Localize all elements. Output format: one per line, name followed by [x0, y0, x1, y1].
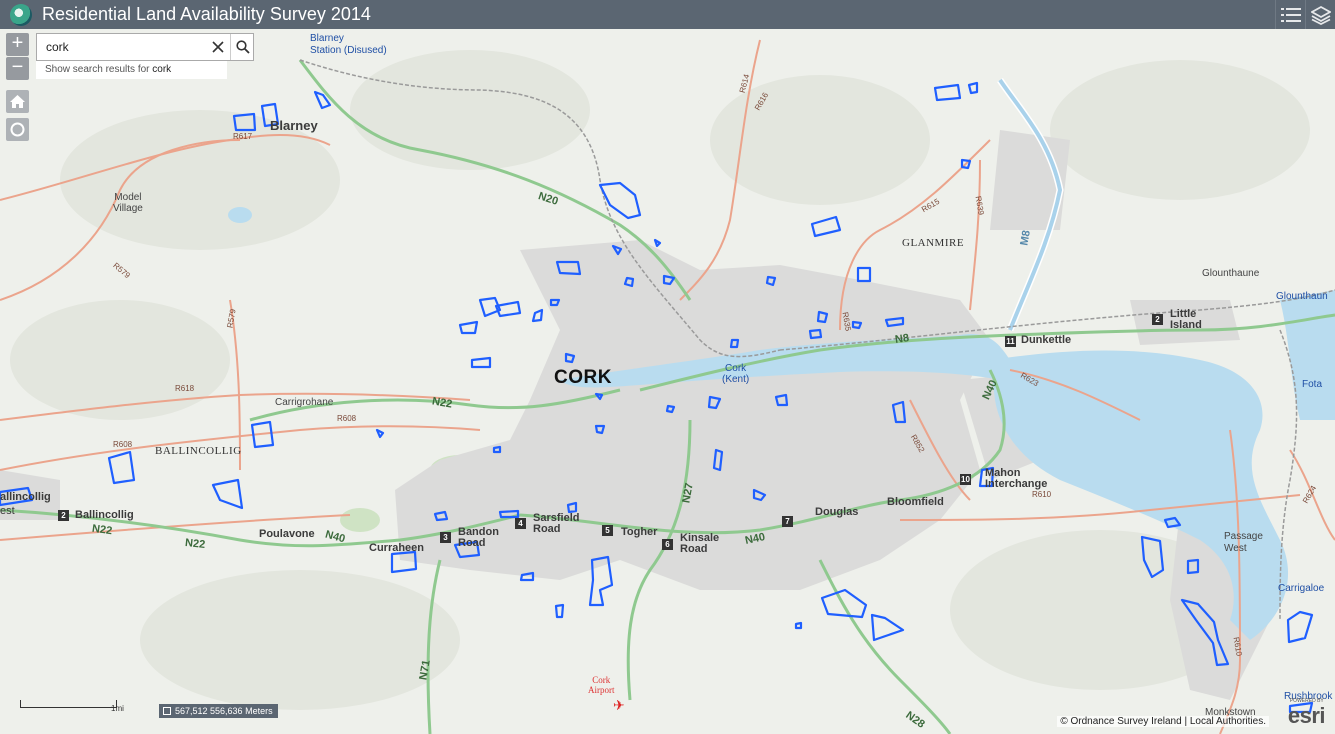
place-sarsfield-road: Sarsfield Road	[533, 512, 580, 535]
powered-by-text: POWERED BY	[1289, 698, 1324, 704]
zoom-out-button[interactable]: −	[6, 57, 29, 80]
junction-marker: 10	[960, 474, 971, 485]
city-label: CORK	[554, 367, 612, 388]
suggestion-term: cork	[152, 64, 172, 75]
locate-icon	[10, 122, 25, 137]
place-bloomfield: Bloomfield	[887, 496, 944, 508]
home-button[interactable]	[6, 90, 29, 113]
map-view[interactable]: CORK Blarney Model Village Carrigrohane …	[0, 29, 1335, 734]
place-cork-airport: Cork Airport	[588, 675, 615, 695]
station-blarney: Blarney Station (Disused)	[310, 33, 387, 56]
junction-marker: 5	[602, 525, 613, 536]
locate-button[interactable]	[6, 118, 29, 141]
place-passage-west: Passage West	[1224, 531, 1263, 554]
place-blarney: Blarney	[270, 118, 318, 133]
place-bandon-road: Bandon Road	[458, 526, 499, 549]
place-ballincollig: BALLINCOLLIG	[155, 445, 242, 457]
road-n8: N8	[894, 332, 910, 346]
basemap	[0, 39, 1335, 734]
zoom-in-button[interactable]: +	[6, 33, 29, 56]
search-button[interactable]	[230, 34, 254, 60]
place-kinsale-road: Kinsale Road	[680, 532, 720, 555]
suggestion-prefix: Show search results for	[45, 64, 150, 75]
place-carrigrohane: Carrigrohane	[275, 397, 334, 408]
legend-list-button[interactable]	[1275, 0, 1305, 29]
road-r618: R618	[175, 384, 195, 393]
junction-marker: 11	[1005, 336, 1016, 347]
place-est: est	[0, 505, 15, 517]
map-attribution: © Ordnance Survey Ireland | Local Author…	[1057, 716, 1269, 727]
esri-logo[interactable]: POWERED BY esri	[1287, 698, 1326, 729]
place-poulavone: Poulavone	[259, 528, 315, 540]
search-box	[36, 33, 254, 61]
clear-search-button[interactable]	[207, 34, 229, 60]
station-carrigaloe: Carrigaloe	[1278, 583, 1325, 594]
junction-marker: 2	[1152, 314, 1163, 325]
home-icon	[10, 95, 25, 108]
road-r608-b: R608	[113, 440, 133, 449]
junction-marker: 7	[782, 516, 793, 527]
scale-bar	[20, 700, 117, 708]
place-little-island: Little Island	[1170, 308, 1202, 331]
close-icon	[212, 41, 224, 53]
junction-marker: 4	[515, 518, 526, 529]
station-fota: Fota	[1302, 379, 1323, 390]
esri-logo-text: esri	[1287, 703, 1326, 728]
place-ballincollig-junction: Ballincollig	[75, 509, 134, 521]
junction-marker: 2	[58, 510, 69, 521]
list-icon	[1280, 7, 1301, 22]
place-togher: Togher	[621, 526, 658, 538]
layers-icon	[1310, 5, 1331, 25]
app-header: Residential Land Availability Survey 201…	[0, 0, 1335, 29]
crosshair-icon	[163, 707, 171, 715]
place-glanmire: GLANMIRE	[902, 237, 965, 249]
junction-marker: 6	[662, 539, 673, 550]
place-dunkettle: Dunkettle	[1021, 334, 1072, 346]
search-input[interactable]	[37, 34, 205, 60]
place-douglas: Douglas	[815, 506, 859, 518]
search-icon	[235, 40, 250, 54]
junction-marker: 3	[440, 532, 451, 543]
station-glounthaun: Glounthaun	[1276, 291, 1328, 302]
coordinate-text: 567,512 556,636 Meters	[175, 706, 273, 716]
scale-label: 1mi	[111, 704, 124, 713]
airport-icon: ✈	[613, 697, 625, 713]
place-model-village: Model Village	[113, 192, 143, 214]
road-r608: R608	[337, 414, 357, 423]
layers-button[interactable]	[1305, 0, 1335, 29]
station-cork-kent: Cork (Kent)	[722, 363, 750, 385]
place-curraheen: Curraheen	[369, 542, 425, 554]
place-ballincollig-west: allincollig	[0, 491, 51, 503]
road-n22-c: N22	[184, 536, 206, 552]
search-suggestion[interactable]: Show search results for cork	[36, 61, 227, 79]
place-glounthaune: Glounthaune	[1202, 268, 1260, 279]
app-logo-icon	[10, 3, 32, 26]
road-r617: R617	[233, 132, 253, 141]
coordinate-readout[interactable]: 567,512 556,636 Meters	[159, 704, 278, 718]
app-title: Residential Land Availability Survey 201…	[42, 4, 371, 24]
road-r610: R610	[1032, 490, 1052, 499]
place-mahon-interchange: Mahon Interchange	[985, 467, 1048, 490]
